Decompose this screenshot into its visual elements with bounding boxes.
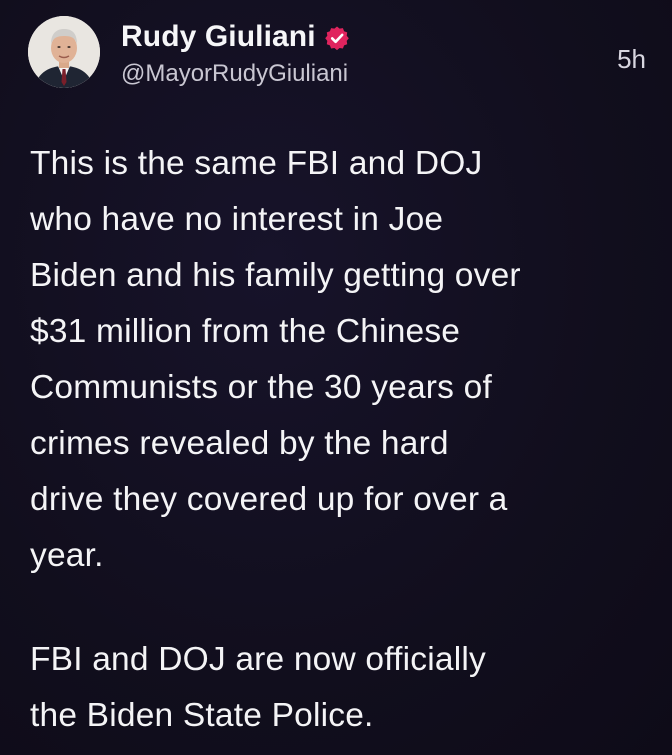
post-body: This is the same FBI and DOJ who have no… bbox=[30, 136, 650, 744]
verified-badge-icon bbox=[324, 26, 349, 50]
post-paragraph-1: This is the same FBI and DOJ who have no… bbox=[30, 145, 521, 574]
profile-photo-icon bbox=[28, 16, 100, 88]
post-paragraph-2: FBI and DOJ are now officially the Biden… bbox=[30, 641, 486, 734]
post-timestamp[interactable]: 5h bbox=[617, 44, 646, 75]
author-handle[interactable]: @MayorRudyGiuliani bbox=[121, 60, 348, 88]
avatar[interactable] bbox=[28, 16, 100, 88]
post-card: Rudy Giuliani @MayorRudyGiuliani 5h This… bbox=[0, 0, 672, 755]
author-display-name[interactable]: Rudy Giuliani bbox=[121, 20, 316, 54]
author-name-row: Rudy Giuliani bbox=[121, 18, 350, 56]
